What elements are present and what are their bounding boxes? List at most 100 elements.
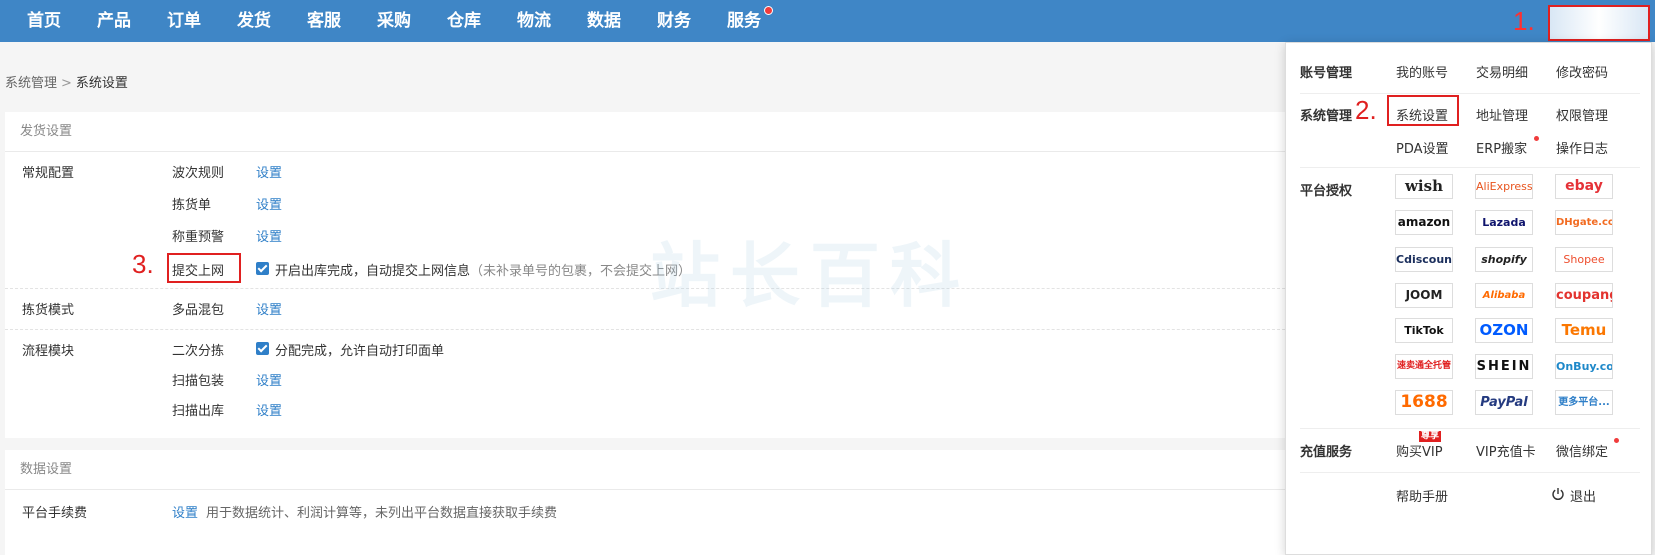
nav-item-purchasing[interactable]: 采购 xyxy=(377,0,411,42)
menu-address-management[interactable]: 地址管理 xyxy=(1476,105,1528,124)
menu-buy-vip[interactable]: 购买VIP xyxy=(1396,441,1443,460)
platform-wish[interactable]: wish xyxy=(1395,174,1453,199)
platform-tiktok[interactable]: TikTok xyxy=(1395,318,1453,343)
checkbox-text: 开启出库完成，自动提交上网信息 xyxy=(275,264,471,279)
setting-label: 多品混包 xyxy=(172,303,225,318)
platform-cdiscount[interactable]: Cdiscount xyxy=(1395,247,1453,272)
platform-shein[interactable]: SHEIN xyxy=(1475,354,1533,379)
platform-temu[interactable]: Temu xyxy=(1555,318,1613,343)
nav-item-logistics[interactable]: 物流 xyxy=(517,0,551,42)
platform-shopify[interactable]: shopify xyxy=(1475,247,1533,272)
menu-transactions[interactable]: 交易明细 xyxy=(1476,62,1528,81)
notification-dot xyxy=(764,6,773,15)
power-icon xyxy=(1551,487,1565,505)
section-title-recharge: 充值服务 xyxy=(1300,445,1353,460)
watermark: 站长百科 xyxy=(650,235,970,317)
menu-pda-settings[interactable]: PDA设置 xyxy=(1396,138,1449,157)
setting-row-platform-fee: 平台手续费 设置 用于数据统计、利润计算等，未列出平台数据直接获取手续费 xyxy=(5,495,1285,527)
platform-1688[interactable]: 1688 xyxy=(1395,390,1453,415)
platform-aliexpress-full-managed[interactable]: 速卖通全托管 xyxy=(1395,354,1453,379)
setting-label: 扫描包装 xyxy=(172,374,225,389)
setting-row-wave-rule: 波次规则 设置 xyxy=(5,155,1285,187)
secondary-sort-checkbox[interactable] xyxy=(256,342,269,355)
menu-erp-migration[interactable]: ERP搬家 xyxy=(1476,138,1527,157)
breadcrumb-current: 系统设置 xyxy=(75,76,128,91)
nav-item-services[interactable]: 服务 xyxy=(727,0,761,42)
checkbox-label: 分配完成，允许自动打印面单 xyxy=(275,344,445,359)
platform-onbuy[interactable]: OnBuy.com xyxy=(1555,354,1613,379)
checkbox-label: 开启出库完成，自动提交上网信息（未补录单号的包裹，不会提交上网） xyxy=(275,260,691,279)
setting-link-weight-warning[interactable]: 设置 xyxy=(256,226,282,245)
top-nav-bar: 首页 产品 订单 发货 客服 采购 仓库 物流 数据 财务 服务 1. xyxy=(0,0,1655,42)
section-title-account: 账号管理 xyxy=(1300,66,1353,81)
menu-change-password[interactable]: 修改密码 xyxy=(1556,62,1608,81)
setting-link-scan-out[interactable]: 设置 xyxy=(256,400,282,419)
platform-lazada[interactable]: Lazada xyxy=(1475,210,1533,235)
setting-label: 扫描出库 xyxy=(172,404,225,419)
setting-link-scan-pack[interactable]: 设置 xyxy=(256,370,282,389)
platform-shopee[interactable]: Shopee xyxy=(1555,247,1613,272)
annotation-marker-1: 1. xyxy=(1513,6,1535,36)
setting-label: 提交上网 xyxy=(172,264,225,279)
account-dropdown-menu: 账号管理 我的账号 交易明细 修改密码 系统管理 2. 系统设置 地址管理 权限… xyxy=(1285,42,1652,555)
platform-ozon[interactable]: OZON xyxy=(1475,318,1533,343)
menu-system-settings[interactable]: 系统设置 xyxy=(1396,105,1448,124)
section-title-platforms: 平台授权 xyxy=(1300,184,1353,199)
user-account-menu-trigger[interactable] xyxy=(1548,5,1650,41)
setting-row-scan-out: 扫描出库 设置 xyxy=(5,393,1285,425)
setting-label: 波次规则 xyxy=(172,166,225,181)
submit-online-checkbox[interactable] xyxy=(256,262,269,275)
group-label: 平台手续费 xyxy=(22,506,88,521)
platform-paypal[interactable]: PayPal xyxy=(1475,390,1533,415)
setting-label: 拣货单 xyxy=(172,198,212,213)
platform-aliexpress[interactable]: AliExpress xyxy=(1475,174,1533,199)
notification-dot xyxy=(1534,136,1539,141)
divider xyxy=(1300,167,1640,168)
setting-row-secondary-sort: 二次分拣 分配完成，允许自动打印面单 xyxy=(5,333,1285,365)
nav-item-home[interactable]: 首页 xyxy=(27,0,61,42)
menu-vip-card[interactable]: VIP充值卡 xyxy=(1476,441,1536,460)
menu-permission-management[interactable]: 权限管理 xyxy=(1556,105,1608,124)
notification-dot xyxy=(1614,438,1619,443)
menu-operation-log[interactable]: 操作日志 xyxy=(1556,138,1608,157)
section-title-system: 系统管理 xyxy=(1300,109,1353,124)
divider xyxy=(1300,428,1640,429)
breadcrumb: 系统管理 > 系统设置 xyxy=(5,72,128,91)
setting-link-multi-item[interactable]: 设置 xyxy=(256,299,282,318)
nav-item-shipping[interactable]: 发货 xyxy=(237,0,271,42)
setting-row-scan-pack: 扫描包装 设置 xyxy=(5,363,1285,395)
setting-link-picking-list[interactable]: 设置 xyxy=(256,194,282,213)
divider xyxy=(1300,93,1640,94)
more-platforms-button[interactable]: 更多平台... xyxy=(1555,390,1613,415)
settings-group-process: 流程模块 二次分拣 分配完成，允许自动打印面单 扫描包装 设置 扫描出库 设置 xyxy=(5,330,1285,435)
menu-help-manual[interactable]: 帮助手册 xyxy=(1396,486,1448,505)
nav-item-finance[interactable]: 财务 xyxy=(657,0,691,42)
data-settings-panel: 数据设置 平台手续费 设置 用于数据统计、利润计算等，未列出平台数据直接获取手续… xyxy=(5,450,1285,555)
setting-link-platform-fee[interactable]: 设置 xyxy=(172,502,198,521)
platform-fee-description: 用于数据统计、利润计算等，未列出平台数据直接获取手续费 xyxy=(206,506,558,521)
nav-item-orders[interactable]: 订单 xyxy=(167,0,201,42)
menu-my-account[interactable]: 我的账号 xyxy=(1396,62,1448,81)
breadcrumb-parent[interactable]: 系统管理 xyxy=(5,76,57,91)
platform-ebay[interactable]: ebay xyxy=(1555,174,1613,199)
platform-amazon[interactable]: amazon xyxy=(1395,210,1453,235)
nav-item-warehouse[interactable]: 仓库 xyxy=(447,0,481,42)
platform-alibaba[interactable]: Alibaba xyxy=(1475,283,1533,308)
menu-wechat-binding[interactable]: 微信绑定 xyxy=(1556,441,1608,460)
nav-item-products[interactable]: 产品 xyxy=(97,0,131,42)
platform-joom[interactable]: JOOM xyxy=(1395,283,1453,308)
settings-group-picking-mode: 拣货模式 多品混包 设置 xyxy=(5,289,1285,330)
setting-label: 二次分拣 xyxy=(172,344,225,359)
setting-link-wave-rule[interactable]: 设置 xyxy=(256,162,282,181)
platform-dhgate[interactable]: DHgate.com xyxy=(1555,210,1613,235)
shipping-settings-panel: 发货设置 常规配置 波次规则 设置 拣货单 设置 称重预警 设置 3. 提交上网… xyxy=(5,112,1285,438)
menu-logout[interactable]: 退出 xyxy=(1570,486,1596,505)
nav-item-customer-service[interactable]: 客服 xyxy=(307,0,341,42)
platform-coupang[interactable]: coupang xyxy=(1555,283,1613,308)
setting-label: 称重预警 xyxy=(172,230,225,245)
setting-row-weight-warning: 称重预警 设置 xyxy=(5,219,1285,251)
nav-item-data[interactable]: 数据 xyxy=(587,0,621,42)
panel-title: 发货设置 xyxy=(5,112,1285,152)
settings-group-general: 常规配置 波次规则 设置 拣货单 设置 称重预警 设置 3. 提交上网 开启出库… xyxy=(5,152,1285,289)
annotation-marker-3: 3. xyxy=(132,249,154,279)
